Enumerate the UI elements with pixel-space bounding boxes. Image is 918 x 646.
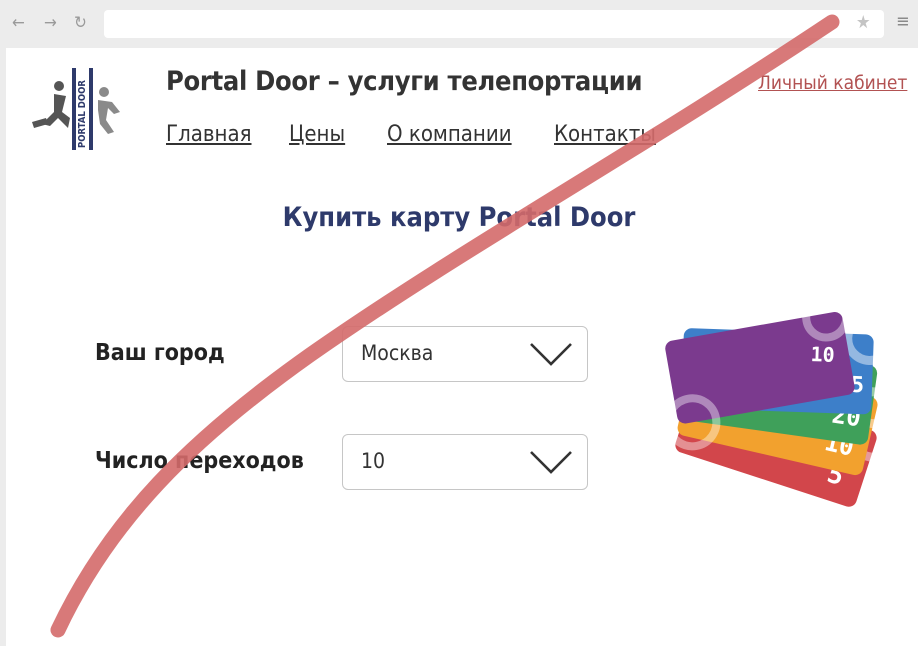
reload-icon[interactable]: ↻ (74, 13, 87, 33)
city-select[interactable]: Москва (342, 326, 588, 382)
nav-item-prices[interactable]: Цены (289, 122, 345, 147)
address-bar[interactable] (104, 10, 884, 38)
city-select-value: Москва (361, 341, 434, 365)
logo-text: PORTAL DOOR (77, 80, 88, 148)
account-link[interactable]: Личный кабинет (758, 72, 907, 94)
arrow-left-icon[interactable]: ← (12, 13, 25, 33)
transitions-label: Число переходов (95, 448, 304, 474)
nav-item-about[interactable]: О компании (387, 122, 512, 147)
site-title: Portal Door – услуги телепортации (166, 66, 643, 97)
browser-frame-edge (0, 48, 6, 646)
star-icon[interactable]: ★ (856, 12, 871, 33)
card-stack-image: 5 10 20 5 10 (664, 312, 901, 507)
browser-toolbar: ← → ↻ ★ ≡ (0, 0, 918, 48)
portal-door-logo[interactable]: PORTAL DOOR (28, 66, 124, 152)
nav-item-home[interactable]: Главная (166, 122, 252, 147)
page-heading: Купить карту Portal Door (282, 202, 636, 233)
hamburger-menu-icon[interactable]: ≡ (896, 11, 910, 32)
nav-item-contacts[interactable]: Контакты (554, 122, 656, 147)
arrow-right-icon[interactable]: → (44, 13, 57, 33)
card-1-value: 10 (810, 342, 835, 367)
chevron-down-icon (530, 343, 572, 366)
city-label: Ваш город (95, 340, 225, 366)
transitions-select-value: 10 (361, 449, 386, 473)
transitions-select[interactable]: 10 (342, 434, 588, 490)
chevron-down-icon (530, 451, 572, 474)
